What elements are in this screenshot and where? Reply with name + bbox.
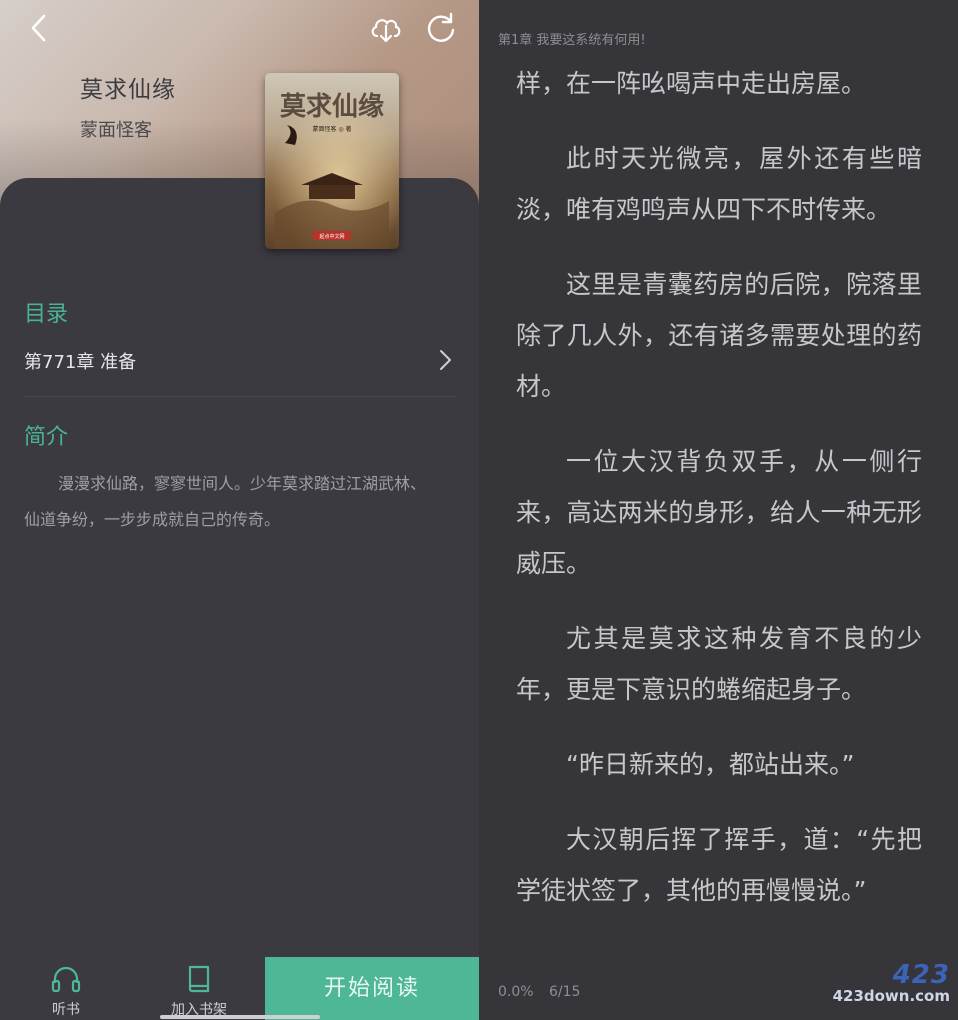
paragraph: 样，在一阵吆喝声中走出房屋。 (516, 69, 867, 98)
svg-text:起点中文网: 起点中文网 (319, 233, 344, 240)
paragraph: 这里是青囊药房的后院，院落里除了几人外，还有诸多需要处理的药材。 (516, 270, 922, 401)
page-counter: 6/15 (549, 984, 581, 1000)
book-icon (188, 965, 210, 993)
headphones-icon (51, 966, 81, 993)
download-button[interactable] (368, 10, 404, 46)
listen-label: 听书 (52, 1002, 80, 1018)
chevron-left-icon (31, 14, 46, 42)
book-cover: 莫求仙缘 蒙面怪客 ◎ 著 起点中文网 (265, 73, 399, 249)
start-reading-button[interactable]: 开始阅读 (265, 957, 479, 1020)
add-to-shelf-button[interactable]: 加入书架 (160, 957, 238, 1020)
refresh-button[interactable] (422, 10, 458, 46)
reading-progress: 0.0% (498, 984, 534, 1000)
refresh-icon (427, 12, 455, 42)
latest-chapter-row[interactable]: 第771章 准备 (24, 340, 456, 386)
book-cover-art: 莫求仙缘 蒙面怪客 ◎ 著 起点中文网 (265, 73, 399, 249)
reader-content: 样，在一阵吆喝声中走出房屋。 此时天光微亮，屋外还有些暗淡，唯有鸡鸣声从四下不时… (516, 58, 922, 940)
book-title: 莫求仙缘 (80, 77, 176, 103)
home-indicator (160, 1015, 320, 1019)
paragraph: 尤其是莫求这种发育不良的少年，更是下意识的蜷缩起身子。 (516, 624, 922, 704)
back-button[interactable] (22, 10, 58, 46)
chapter-header: 第1章 我要这系统有何用! (498, 33, 646, 48)
latest-chapter-label: 第771章 准备 (24, 352, 137, 373)
paragraph: 大汉朝后挥了挥手，道：“先把学徒状签了，其他的再慢慢说。” (516, 825, 922, 905)
book-detail-panel: 莫求仙缘 蒙面怪客 莫求仙缘 蒙面怪客 ◎ 著 起点中文网 目录 第771章 准… (0, 0, 479, 1020)
svg-text:蒙面怪客 ◎ 著: 蒙面怪客 ◎ 著 (312, 125, 351, 133)
intro-text: 漫漫求仙路，寥寥世间人。少年莫求踏过江湖武林、仙道争纷，一步步成就自己的传奇。 (24, 474, 427, 529)
toc-heading: 目录 (24, 302, 69, 327)
paragraph: 此时天光微亮，屋外还有些暗淡，唯有鸡鸣声从四下不时传来。 (516, 144, 922, 224)
cloud-download-icon (371, 19, 401, 43)
listen-button[interactable]: 听书 (30, 957, 102, 1020)
paragraph: “昨日新来的，都站出来。” (566, 750, 855, 779)
paragraph: 一位大汉背负双手，从一侧行来，高达两米的身形，给人一种无形威压。 (516, 447, 922, 578)
chevron-right-icon (440, 350, 451, 370)
reader-panel[interactable]: 第1章 我要这系统有何用! 样，在一阵吆喝声中走出房屋。 此时天光微亮，屋外还有… (479, 0, 958, 1020)
watermark-logo: 423 (892, 960, 950, 990)
intro-heading: 简介 (24, 425, 69, 450)
detail-sheet (0, 178, 479, 1020)
divider (24, 396, 456, 397)
book-author: 蒙面怪客 (80, 120, 152, 141)
watermark: 423 423down.com (833, 960, 950, 1010)
watermark-site: 423down.com (832, 987, 950, 1005)
svg-text:莫求仙缘: 莫求仙缘 (280, 92, 384, 122)
